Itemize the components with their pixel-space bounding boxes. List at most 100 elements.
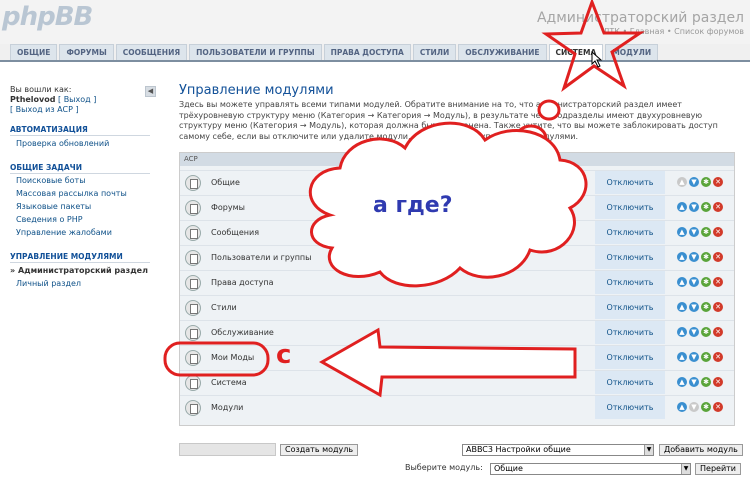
move-up-icon[interactable]: ▲ bbox=[677, 227, 687, 237]
username: Pthelovod bbox=[10, 95, 56, 104]
tab-modules[interactable]: Модули bbox=[605, 44, 659, 61]
new-module-name-input[interactable] bbox=[179, 443, 276, 456]
top-links[interactable]: ЛТК • Главная • Список форумов bbox=[603, 27, 744, 36]
sidebar-item-language-packs[interactable]: Языковые пакеты bbox=[10, 202, 150, 211]
move-up-icon[interactable]: ▲ bbox=[677, 252, 687, 262]
move-down-icon[interactable]: ▼ bbox=[689, 327, 699, 337]
tab-styles[interactable]: Стили bbox=[412, 44, 457, 61]
page-title: Управление модулями bbox=[179, 83, 334, 98]
delete-icon[interactable]: ✕ bbox=[713, 327, 723, 337]
move-down-icon[interactable]: ▼ bbox=[689, 277, 699, 287]
delete-icon[interactable]: ✕ bbox=[713, 402, 723, 412]
edit-icon[interactable]: ✱ bbox=[701, 202, 711, 212]
tab-maintenance[interactable]: Обслуживание bbox=[458, 44, 547, 61]
choose-module-select[interactable]: Общие ▼ bbox=[490, 463, 691, 475]
sidebar-item-php-info[interactable]: Сведения о PHP bbox=[10, 215, 150, 224]
tab-general[interactable]: Общие bbox=[10, 44, 58, 61]
move-up-icon[interactable]: ▲ bbox=[677, 352, 687, 362]
move-down-icon[interactable]: ▼ bbox=[689, 252, 699, 262]
delete-icon[interactable]: ✕ bbox=[713, 302, 723, 312]
choose-module-select-value: Общие bbox=[494, 464, 523, 473]
page-description: Здесь вы можете управлять всеми типами м… bbox=[179, 100, 718, 141]
move-up-icon[interactable]: ▲ bbox=[677, 402, 687, 412]
move-up-icon[interactable]: ▲ bbox=[677, 202, 687, 212]
disable-link[interactable]: Отключить bbox=[595, 371, 665, 394]
move-up-icon[interactable]: ▲ bbox=[677, 377, 687, 387]
disable-link[interactable]: Отключить bbox=[595, 196, 665, 219]
row-controls: ▲ ▼ ✱ ✕ bbox=[677, 402, 723, 412]
sidebar-item-update-check[interactable]: Проверка обновлений bbox=[10, 139, 150, 148]
delete-icon[interactable]: ✕ bbox=[713, 352, 723, 362]
move-down-icon[interactable]: ▼ bbox=[689, 302, 699, 312]
move-down-icon[interactable]: ▼ bbox=[689, 377, 699, 387]
module-name[interactable]: Стили bbox=[211, 303, 237, 312]
tab-system[interactable]: Система bbox=[548, 44, 604, 61]
move-up-icon[interactable]: ▲ bbox=[677, 302, 687, 312]
delete-icon[interactable]: ✕ bbox=[713, 377, 723, 387]
sidebar-item-search-bots[interactable]: Поисковые боты bbox=[10, 176, 150, 185]
disable-link[interactable]: Отключить bbox=[595, 396, 665, 419]
disable-link[interactable]: Отключить bbox=[595, 171, 665, 194]
edit-icon[interactable]: ✱ bbox=[701, 252, 711, 262]
edit-icon[interactable]: ✱ bbox=[701, 352, 711, 362]
delete-icon[interactable]: ✕ bbox=[713, 252, 723, 262]
delete-icon[interactable]: ✕ bbox=[713, 202, 723, 212]
sidebar-item-admin-section-label: Администраторский раздел bbox=[17, 266, 148, 275]
table-row: Обслуживание Отключить ▲ ▼ ✱ ✕ bbox=[180, 320, 734, 344]
move-down-icon[interactable]: ▼ bbox=[689, 227, 699, 237]
move-up-icon[interactable]: ▲ bbox=[677, 327, 687, 337]
module-name[interactable]: Обслуживание bbox=[211, 328, 274, 337]
disable-link[interactable]: Отключить bbox=[595, 346, 665, 369]
table-row: Модули Отключить ▲ ▼ ✱ ✕ bbox=[180, 395, 734, 419]
edit-icon[interactable]: ✱ bbox=[701, 277, 711, 287]
sidebar-item-admin-section[interactable]: » Администраторский раздел bbox=[10, 266, 150, 275]
edit-icon[interactable]: ✱ bbox=[701, 227, 711, 237]
sidebar-item-mass-email[interactable]: Массовая рассылка почты bbox=[10, 189, 150, 198]
create-module-button[interactable]: Создать модуль bbox=[280, 444, 359, 456]
choose-module-label: Выберите модуль: bbox=[405, 463, 483, 472]
disable-link[interactable]: Отключить bbox=[595, 321, 665, 344]
module-name[interactable]: Система bbox=[211, 378, 247, 387]
tab-posting[interactable]: Сообщения bbox=[115, 44, 188, 61]
module-name[interactable]: Общие bbox=[211, 178, 240, 187]
disable-link[interactable]: Отключить bbox=[595, 221, 665, 244]
cloud-question-text: а где? bbox=[373, 193, 453, 218]
add-module-button[interactable]: Добавить модуль bbox=[659, 444, 743, 456]
delete-icon[interactable]: ✕ bbox=[713, 227, 723, 237]
module-icon bbox=[185, 325, 201, 341]
tab-forums[interactable]: Форумы bbox=[59, 44, 114, 61]
edit-icon[interactable]: ✱ bbox=[701, 177, 711, 187]
edit-icon[interactable]: ✱ bbox=[701, 377, 711, 387]
module-name[interactable]: Права доступа bbox=[211, 278, 274, 287]
move-down-icon[interactable]: ▼ bbox=[689, 202, 699, 212]
tab-permissions[interactable]: Права доступа bbox=[323, 44, 411, 61]
disable-link[interactable]: Отключить bbox=[595, 296, 665, 319]
module-name[interactable]: Пользователи и группы bbox=[211, 253, 311, 262]
edit-icon[interactable]: ✱ bbox=[701, 302, 711, 312]
disable-link[interactable]: Отключить bbox=[595, 271, 665, 294]
logout-link[interactable]: [ Выход ] bbox=[58, 95, 96, 104]
module-name[interactable]: Форумы bbox=[211, 203, 245, 212]
move-down-icon[interactable]: ▼ bbox=[689, 177, 699, 187]
acp-logout-link[interactable]: [ Выход из ACP ] bbox=[10, 105, 79, 114]
module-name[interactable]: Модули bbox=[211, 403, 243, 412]
module-icon bbox=[185, 175, 201, 191]
table-row: Общие Отключить ▲ ▼ ✱ ✕ bbox=[180, 170, 734, 194]
module-type-select[interactable]: ABBC3 Настройки общие ▼ bbox=[462, 444, 654, 456]
go-button[interactable]: Перейти bbox=[695, 463, 741, 475]
edit-icon[interactable]: ✱ bbox=[701, 402, 711, 412]
sidebar-item-reports[interactable]: Управление жалобами bbox=[10, 228, 150, 237]
module-name[interactable]: Сообщения bbox=[211, 228, 259, 237]
sidebar-item-ucp-section[interactable]: Личный раздел bbox=[10, 279, 150, 288]
collapse-sidebar-icon[interactable]: ◀ bbox=[145, 86, 156, 97]
phpbb-logo[interactable]: phpBB bbox=[2, 2, 93, 32]
move-down-icon[interactable]: ▼ bbox=[689, 352, 699, 362]
module-name[interactable]: Мои Моды bbox=[211, 353, 254, 362]
delete-icon[interactable]: ✕ bbox=[713, 177, 723, 187]
move-up-icon[interactable]: ▲ bbox=[677, 277, 687, 287]
row-controls: ▲ ▼ ✱ ✕ bbox=[677, 302, 723, 312]
delete-icon[interactable]: ✕ bbox=[713, 277, 723, 287]
edit-icon[interactable]: ✱ bbox=[701, 327, 711, 337]
tab-users-groups[interactable]: Пользователи и группы bbox=[189, 44, 322, 61]
disable-link[interactable]: Отключить bbox=[595, 246, 665, 269]
